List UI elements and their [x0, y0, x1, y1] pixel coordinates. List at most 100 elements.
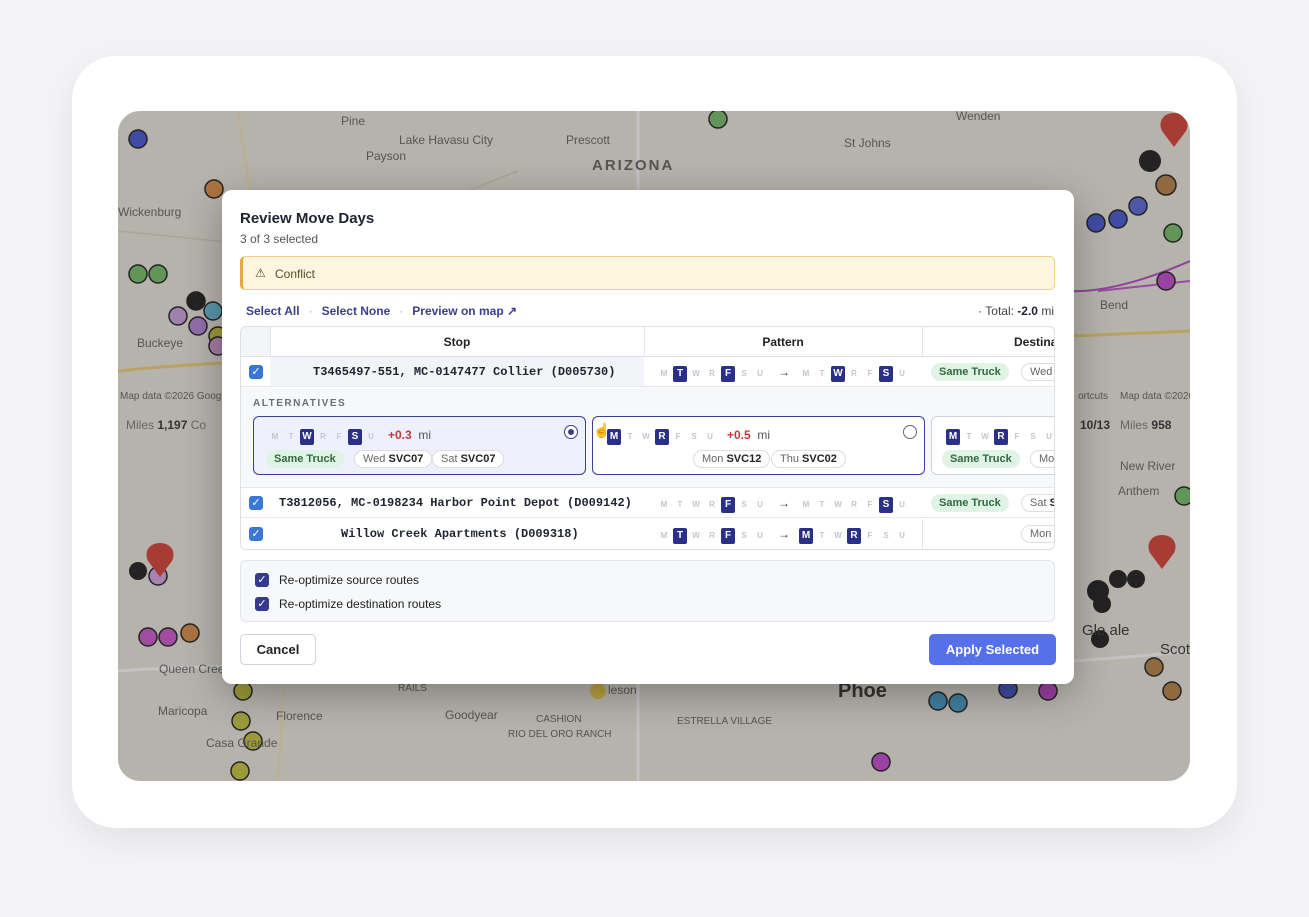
to-day-pattern: MTWRFSU — [799, 525, 911, 544]
destination-day-badge: Thu SVC02 — [771, 450, 846, 468]
selection-links: Select All · Select None · Preview on map ↗ — [246, 304, 518, 318]
map-label: Goodyear — [445, 708, 498, 722]
map-label: Anthem — [1118, 484, 1160, 498]
map-label: Gle ale — [1082, 622, 1130, 639]
reoptimize-source-option[interactable]: ✓ Re-optimize source routes — [255, 572, 419, 588]
from-day-pattern: MTWRFS U — [657, 363, 769, 382]
map-label: Wickenburg — [118, 205, 182, 219]
column-header-stop: Stop — [270, 327, 644, 357]
radio-icon[interactable] — [564, 425, 578, 439]
distance-delta: +0.3 mi — [388, 428, 432, 442]
move-days-table: Stop Pattern Destina ✓ T3465497-551, MC-… — [240, 326, 1055, 550]
preview-on-map-link[interactable]: Preview on map ↗ — [412, 304, 517, 318]
source-day-badge: Mo — [1030, 450, 1054, 468]
table-row[interactable]: ✓ Willow Creek Apartments (D009318) MTWR… — [241, 519, 1054, 549]
day-fri: F — [721, 366, 735, 382]
from-day-pattern: MTWRFSU — [657, 525, 769, 544]
reoptimize-destination-option[interactable]: ✓ Re-optimize destination routes — [255, 596, 441, 612]
map-label: Pine — [341, 114, 366, 128]
conflict-banner: ⚠ Conflict — [240, 256, 1055, 290]
total-distance: · Total: -2.0 mi — [978, 304, 1054, 318]
map-label: Lake Havasu City — [399, 133, 494, 147]
map-stats-left: Miles 1,197 Co — [126, 418, 207, 432]
same-truck-badge: Same Truck — [942, 450, 1020, 468]
alternatives-label: ALTERNATIVES — [253, 398, 347, 409]
map-label: Queen Creek — [159, 662, 231, 676]
map-label: St Johns — [844, 136, 891, 150]
source-day-badge: Mon SVC12 — [693, 450, 771, 468]
day-sat: S — [741, 369, 747, 378]
map-attribution-left: Map data ©2026 Googl — [120, 391, 224, 402]
day-tue: T — [673, 366, 687, 382]
same-truck-badge: Same Truck — [266, 450, 344, 468]
day-mon: M — [660, 369, 668, 378]
arrow-right-icon: → — [778, 496, 790, 510]
conflict-label: Conflict — [275, 267, 316, 281]
arrow-right-icon: → — [778, 365, 790, 379]
map-label: Prescott — [566, 133, 611, 147]
from-day-pattern: MTWRFSU — [657, 494, 769, 513]
alternative-day-pattern: MTWRFSU — [268, 426, 380, 445]
review-move-days-dialog: Review Move Days 3 of 3 selected ⚠ Confl… — [222, 190, 1074, 684]
destination-day-badge: Sat S — [1021, 494, 1054, 512]
dialog-title: Review Move Days — [240, 210, 375, 227]
row-checkbox[interactable]: ✓ — [249, 527, 263, 541]
map-label: Wenden — [956, 111, 1001, 123]
map-label: Maricopa — [158, 704, 208, 718]
day-sun: U — [757, 369, 763, 378]
to-day-pattern: MTWRFSU — [799, 494, 911, 513]
table-row[interactable]: ✓ T3812056, MC-0198234 Harbor Point Depo… — [241, 488, 1054, 518]
checkbox-icon[interactable]: ✓ — [255, 572, 269, 587]
stop-name: T3812056, MC-0198234 Harbor Point Depot … — [279, 496, 632, 510]
map-label: ESTRELLA VILLAGE — [677, 716, 773, 727]
cursor-hand-icon: ☝ — [593, 422, 611, 438]
map-label: Payson — [366, 149, 407, 163]
alternative-option[interactable]: MTWRFSU +0.3 mi Same Truck Wed SVC07 Sat… — [253, 416, 586, 475]
radio-icon[interactable] — [903, 425, 917, 439]
warning-icon: ⚠ — [255, 266, 266, 280]
apply-selected-button[interactable]: Apply Selected — [929, 634, 1056, 665]
map-label: RIO DEL ORO RANCH — [508, 729, 612, 740]
day-thu: R — [709, 369, 715, 378]
map-label: RAILS — [398, 683, 427, 694]
row-checkbox[interactable]: ✓ — [249, 496, 263, 510]
column-header-destination: Destina — [922, 327, 1054, 357]
table-row[interactable]: ✓ T3465497-551, MC-0147477 Collier (D005… — [241, 357, 1054, 387]
day-wed: W — [692, 369, 700, 378]
same-truck-badge: Same Truck — [931, 363, 1009, 381]
map-label: CASHION — [536, 714, 582, 725]
alternatives-panel: ALTERNATIVES MTWRFSU +0.3 mi Same Truck … — [241, 388, 1054, 488]
alternative-option[interactable]: MTWRFSU +0.5 mi Mon SVC12 Thu SVC02 — [592, 416, 925, 475]
map-label: New River — [1120, 459, 1176, 473]
same-truck-badge: Same Truck — [931, 494, 1009, 512]
map-label: Buckeye — [137, 336, 184, 350]
distance-delta: +0.5 mi — [727, 428, 771, 442]
stop-name: T3465497-551, MC-0147477 Collier (D00573… — [313, 365, 616, 379]
reoptimize-options: ✓ Re-optimize source routes ✓ Re-optimize … — [240, 560, 1055, 622]
arrow-right-icon: → — [778, 527, 790, 541]
column-header-pattern: Pattern — [644, 327, 922, 357]
map-label: Casa Grande — [206, 736, 278, 750]
cancel-button[interactable]: Cancel — [240, 634, 316, 665]
map-label: Bend — [1100, 298, 1129, 312]
map-stats-right: 10/13 Miles 958 — [1080, 418, 1172, 432]
row-checkbox[interactable]: ✓ — [249, 365, 263, 379]
stop-name: Willow Creek Apartments (D009318) — [341, 527, 579, 541]
map-shortcuts-link[interactable]: ortcuts — [1078, 391, 1108, 402]
destination-day-badge: Mon — [1021, 525, 1054, 543]
map-attribution-right: Map data ©2026 — [1120, 391, 1190, 402]
map-label: leson — [608, 683, 637, 697]
destination-day-badge: Wed — [1021, 363, 1054, 381]
checkbox-icon[interactable]: ✓ — [255, 596, 269, 611]
select-none-link[interactable]: Select None — [322, 304, 391, 318]
to-day-pattern: MTWRFSU — [799, 363, 911, 382]
destination-day-badge: Sat SVC07 — [432, 450, 505, 468]
alternative-option[interactable]: MTWRFSU Same Truck Mo — [931, 416, 1054, 475]
select-all-link[interactable]: Select All — [246, 304, 300, 318]
map-label: Scot — [1160, 641, 1190, 658]
map-label: Florence — [276, 709, 323, 723]
map-label: ARIZONA — [592, 157, 675, 174]
alternative-day-pattern: MTWRFSU — [946, 426, 1054, 445]
alternative-day-pattern: MTWRFSU — [607, 426, 719, 445]
column-header-select — [241, 327, 270, 357]
